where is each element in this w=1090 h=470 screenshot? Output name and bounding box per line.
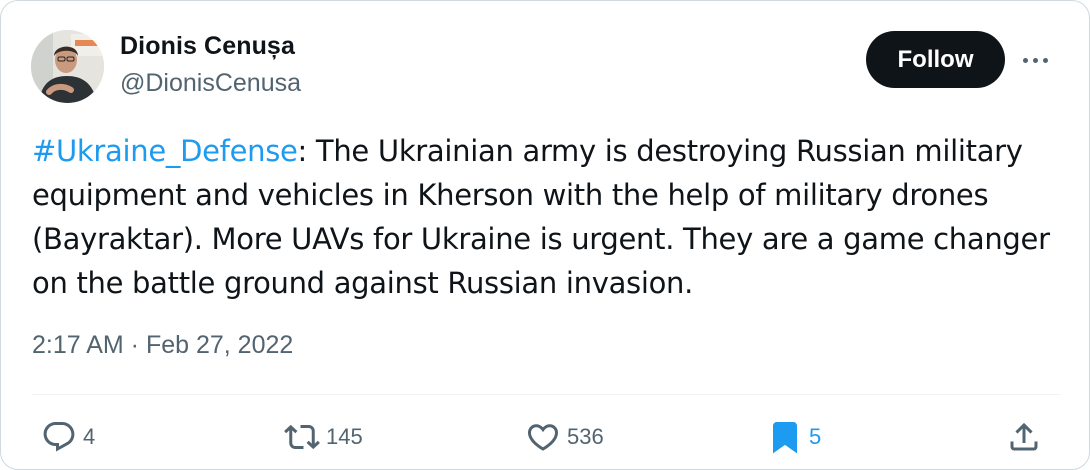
retweet-count: 145 bbox=[326, 424, 363, 449]
share-button[interactable] bbox=[1006, 419, 1042, 455]
bookmark-count: 5 bbox=[809, 424, 822, 449]
follow-button[interactable]: Follow bbox=[866, 31, 1005, 88]
share-icon bbox=[1010, 422, 1038, 451]
like-count: 536 bbox=[567, 424, 604, 449]
reply-button[interactable]: 4 bbox=[41, 419, 95, 455]
hashtag-link[interactable]: #Ukraine_Defense bbox=[32, 134, 298, 168]
avatar-photo bbox=[31, 30, 104, 103]
tweet-timestamp[interactable]: 2:17 AM · Feb 27, 2022 bbox=[32, 331, 293, 360]
avatar[interactable] bbox=[31, 30, 104, 103]
reply-count: 4 bbox=[83, 424, 96, 449]
tweet-text: #Ukraine_Defense: The Ukrainian army is … bbox=[32, 129, 1067, 305]
reply-icon bbox=[43, 422, 75, 452]
heart-icon bbox=[527, 424, 559, 451]
bookmark-icon bbox=[773, 422, 797, 454]
bookmark-button[interactable]: 5 bbox=[767, 419, 821, 455]
more-horizontal-icon[interactable] bbox=[1017, 45, 1053, 75]
author-handle[interactable]: @DionisCenusa bbox=[120, 69, 301, 98]
like-button[interactable]: 536 bbox=[525, 419, 604, 455]
retweet-button[interactable]: 145 bbox=[284, 419, 363, 455]
retweet-icon bbox=[284, 424, 320, 450]
author-display-name[interactable]: Dionis Cenușa bbox=[120, 32, 295, 61]
divider bbox=[32, 394, 1060, 395]
tweet-card: Dionis Cenușa @DionisCenusa Follow #Ukra… bbox=[0, 0, 1090, 470]
